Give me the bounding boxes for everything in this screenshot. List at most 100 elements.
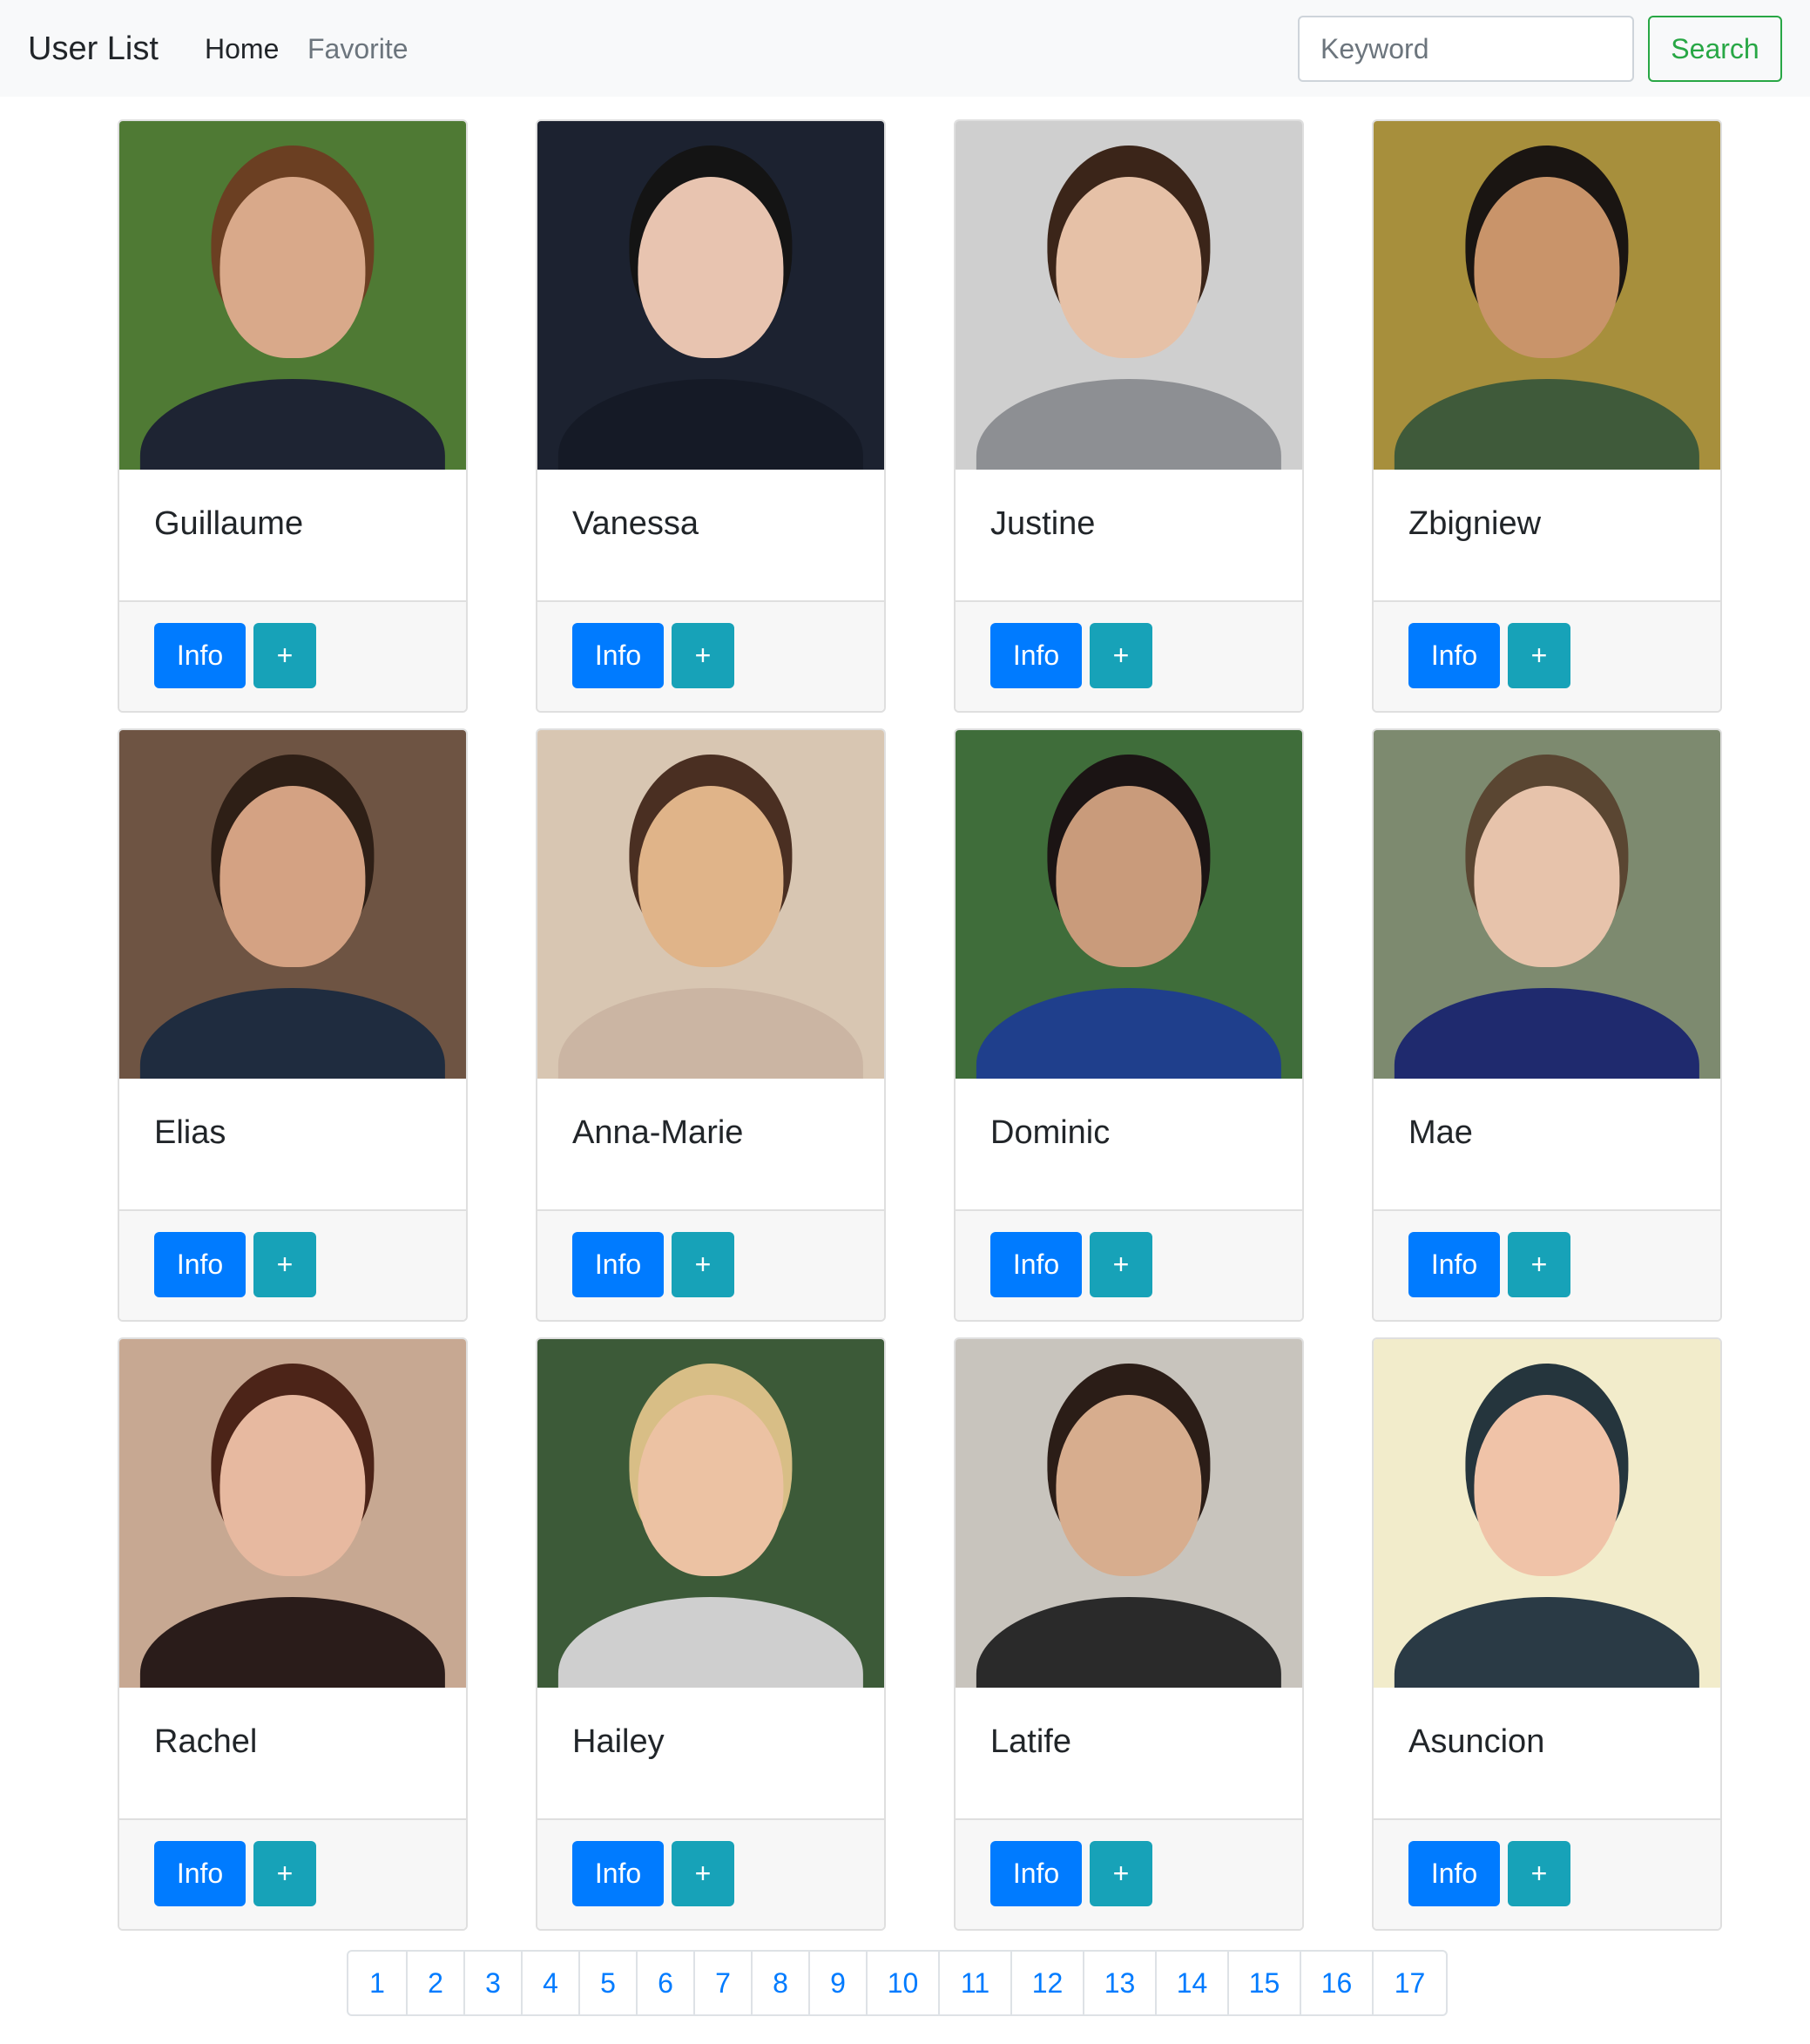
- avatar-head-shape: [1056, 177, 1202, 358]
- user-avatar-photo: [119, 1339, 466, 1688]
- page-link[interactable]: 12: [1012, 1952, 1084, 2014]
- card-footer: Info +: [119, 1820, 466, 1929]
- avatar-head-shape: [1474, 786, 1620, 967]
- user-name: Latife: [990, 1723, 1071, 1760]
- info-button[interactable]: Info: [154, 1232, 246, 1297]
- info-button[interactable]: Info: [990, 623, 1082, 688]
- info-button[interactable]: Info: [572, 1232, 664, 1297]
- add-favorite-button[interactable]: +: [253, 1232, 316, 1297]
- card-body: Latife: [956, 1688, 1302, 1820]
- nav-link-home[interactable]: Home: [205, 30, 279, 68]
- info-button[interactable]: Info: [1408, 1841, 1500, 1906]
- pagination: 1 2 3 4 5 6 7 8 9 10 11 12 13 14 15 16 17: [347, 1950, 1448, 2016]
- user-card: Mae Info +: [1372, 728, 1722, 1322]
- avatar-body-shape: [139, 988, 446, 1079]
- user-card: Justine Info +: [954, 119, 1304, 713]
- card-body: Dominic: [956, 1079, 1302, 1211]
- info-button[interactable]: Info: [990, 1841, 1082, 1906]
- user-avatar-photo: [1374, 730, 1720, 1079]
- add-favorite-button[interactable]: +: [1508, 623, 1570, 688]
- user-name: Guillaume: [154, 505, 304, 542]
- user-name: Rachel: [154, 1723, 258, 1760]
- avatar-head-shape: [219, 786, 366, 967]
- card-footer: Info +: [119, 1211, 466, 1320]
- card-footer: Info +: [1374, 602, 1720, 711]
- add-favorite-button[interactable]: +: [1508, 1232, 1570, 1297]
- add-favorite-button[interactable]: +: [1090, 1232, 1152, 1297]
- card-body: Guillaume: [119, 470, 466, 602]
- page-link[interactable]: 13: [1084, 1952, 1157, 2014]
- add-favorite-button[interactable]: +: [1090, 1841, 1152, 1906]
- info-button[interactable]: Info: [572, 623, 664, 688]
- avatar-body-shape: [557, 1597, 864, 1688]
- card-body: Vanessa: [537, 470, 884, 602]
- avatar-head-shape: [219, 1395, 366, 1576]
- page-link[interactable]: 6: [638, 1952, 695, 2014]
- search-button[interactable]: Search: [1648, 16, 1782, 82]
- add-favorite-button[interactable]: +: [672, 1841, 734, 1906]
- add-favorite-button[interactable]: +: [672, 1232, 734, 1297]
- card-footer: Info +: [537, 1820, 884, 1929]
- card-body: Hailey: [537, 1688, 884, 1820]
- user-avatar-photo: [1374, 121, 1720, 470]
- avatar-body-shape: [1394, 1597, 1700, 1688]
- card-footer: Info +: [537, 1211, 884, 1320]
- avatar-body-shape: [557, 379, 864, 470]
- page-link[interactable]: 15: [1229, 1952, 1301, 2014]
- page-link[interactable]: 4: [523, 1952, 580, 2014]
- avatar-body-shape: [139, 379, 446, 470]
- avatar-head-shape: [1474, 1395, 1620, 1576]
- page-link[interactable]: 3: [465, 1952, 523, 2014]
- info-button[interactable]: Info: [154, 623, 246, 688]
- page-link[interactable]: 1: [348, 1952, 408, 2014]
- card-body: Elias: [119, 1079, 466, 1211]
- info-button[interactable]: Info: [154, 1841, 246, 1906]
- user-card: Latife Info +: [954, 1337, 1304, 1931]
- card-footer: Info +: [1374, 1211, 1720, 1320]
- user-avatar-photo: [119, 730, 466, 1079]
- user-avatar-photo: [956, 1339, 1302, 1688]
- add-favorite-button[interactable]: +: [1090, 623, 1152, 688]
- info-button[interactable]: Info: [990, 1232, 1082, 1297]
- user-card-grid: Guillaume Info + Vanessa Info + Justine Info + Zb…: [118, 119, 1723, 1931]
- nav-link-favorite[interactable]: Favorite: [307, 30, 409, 68]
- info-button[interactable]: Info: [572, 1841, 664, 1906]
- page-link[interactable]: 7: [695, 1952, 753, 2014]
- page-link[interactable]: 9: [810, 1952, 868, 2014]
- page-link[interactable]: 10: [868, 1952, 940, 2014]
- info-button[interactable]: Info: [1408, 623, 1500, 688]
- user-avatar-photo: [537, 121, 884, 470]
- user-avatar-photo: [1374, 1339, 1720, 1688]
- page-link[interactable]: 14: [1157, 1952, 1229, 2014]
- avatar-head-shape: [1474, 177, 1620, 358]
- page-link[interactable]: 17: [1374, 1952, 1446, 2014]
- add-favorite-button[interactable]: +: [253, 1841, 316, 1906]
- user-card: Vanessa Info +: [536, 119, 886, 713]
- page-link[interactable]: 8: [753, 1952, 810, 2014]
- card-body: Anna-Marie: [537, 1079, 884, 1211]
- user-name: Hailey: [572, 1723, 665, 1760]
- card-body: Mae: [1374, 1079, 1720, 1211]
- user-name: Zbigniew: [1408, 505, 1542, 542]
- page-link[interactable]: 16: [1301, 1952, 1374, 2014]
- user-avatar-photo: [119, 121, 466, 470]
- info-button[interactable]: Info: [1408, 1232, 1500, 1297]
- page-link[interactable]: 11: [940, 1952, 1012, 2014]
- avatar-head-shape: [219, 177, 366, 358]
- avatar-head-shape: [1056, 1395, 1202, 1576]
- user-card: Asuncion Info +: [1372, 1337, 1722, 1931]
- card-footer: Info +: [119, 602, 466, 711]
- user-avatar-photo: [956, 730, 1302, 1079]
- avatar-body-shape: [976, 379, 1282, 470]
- add-favorite-button[interactable]: +: [672, 623, 734, 688]
- add-favorite-button[interactable]: +: [253, 623, 316, 688]
- page-link[interactable]: 5: [580, 1952, 638, 2014]
- page-link[interactable]: 2: [408, 1952, 465, 2014]
- card-footer: Info +: [956, 602, 1302, 711]
- search-input[interactable]: [1298, 16, 1634, 82]
- card-footer: Info +: [956, 1820, 1302, 1929]
- avatar-body-shape: [557, 988, 864, 1079]
- add-favorite-button[interactable]: +: [1508, 1841, 1570, 1906]
- user-avatar-photo: [956, 121, 1302, 470]
- navbar-brand[interactable]: User List: [28, 26, 159, 71]
